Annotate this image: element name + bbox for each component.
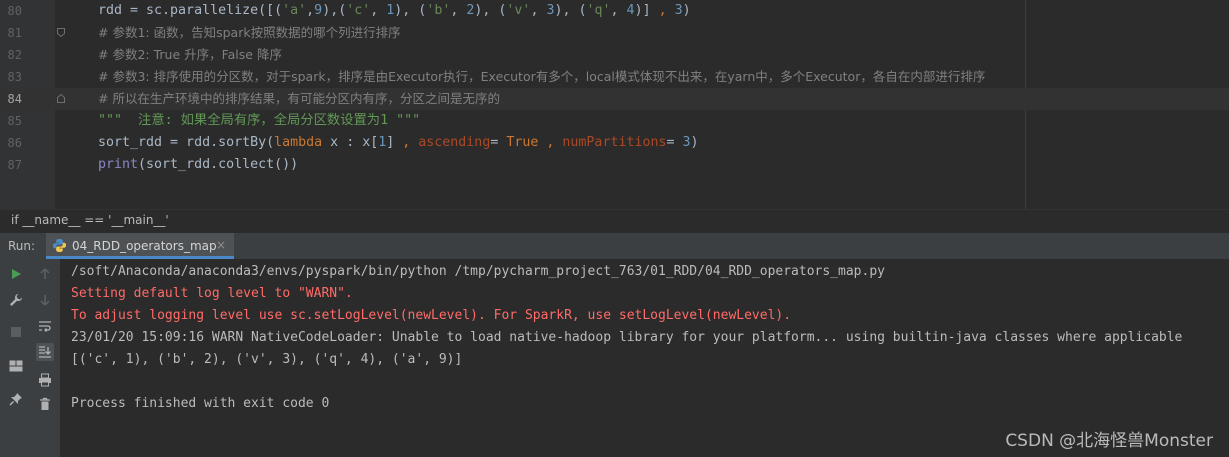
code-comment[interactable]: # 参数1: 函数，告知spark按照数据的哪个列进行排序 xyxy=(98,22,401,44)
line-number: 82 xyxy=(7,48,22,62)
console-line-error[interactable]: Setting default log level to "WARN". xyxy=(71,283,353,305)
code-line-current[interactable]: 84 # 所以在生产环境中的排序结果，有可能分区内有序，分区之间是无序的 xyxy=(0,88,1229,110)
wrench-icon[interactable] xyxy=(7,291,25,309)
line-number: 83 xyxy=(7,70,22,84)
line-number: 81 xyxy=(7,26,22,40)
code-line[interactable]: 81 # 参数1: 函数，告知spark按照数据的哪个列进行排序 xyxy=(0,22,1229,44)
python-icon xyxy=(52,238,67,257)
console-line-error[interactable]: To adjust logging level use sc.setLogLev… xyxy=(71,305,791,327)
code-comment[interactable]: # 参数2: True 升序，False 降序 xyxy=(98,44,282,66)
rerun-icon[interactable] xyxy=(7,265,25,283)
code-line[interactable]: 87 print(sort_rdd.collect()) xyxy=(0,154,1229,176)
layout-icon[interactable] xyxy=(7,357,25,375)
code-line[interactable]: 86 sort_rdd = rdd.sortBy(lambda x : x[1]… xyxy=(0,132,1229,154)
code-editor[interactable]: 80 rdd = sc.parallelize([('a',9),('c', 1… xyxy=(0,0,1229,209)
run-toolbar-primary xyxy=(0,259,33,457)
breadcrumb-item[interactable]: if __name__ == '__main__' xyxy=(11,213,169,227)
code-line[interactable]: 80 rdd = sc.parallelize([('a',9),('c', 1… xyxy=(0,0,1229,22)
fold-end-marker-icon[interactable] xyxy=(57,94,65,103)
line-number: 86 xyxy=(7,136,22,150)
console-line-exit[interactable]: Process finished with exit code 0 xyxy=(71,393,329,415)
code-docstring[interactable]: """ 注意: 如果全局有序，全局分区数设置为1 """ xyxy=(98,110,420,132)
console-line[interactable]: 23/01/20 15:09:16 WARN NativeCodeLoader:… xyxy=(71,327,1182,349)
print-icon[interactable] xyxy=(36,371,54,389)
run-tool-window-header: Run: 04_RDD_operators_map × xyxy=(0,233,1229,260)
arrow-down-icon[interactable] xyxy=(36,291,54,309)
code-text[interactable]: print(sort_rdd.collect()) xyxy=(98,154,298,176)
line-number: 84 xyxy=(7,92,22,106)
console-line[interactable]: [('c', 1), ('b', 2), ('v', 3), ('q', 4),… xyxy=(71,349,462,371)
code-comment[interactable]: # 参数3: 排序使用的分区数，对于spark，排序是由Executor执行，E… xyxy=(98,66,985,88)
line-number: 80 xyxy=(7,4,22,18)
trash-icon[interactable] xyxy=(36,395,54,413)
soft-wrap-icon[interactable] xyxy=(36,317,54,335)
pin-icon[interactable] xyxy=(7,390,25,408)
code-comment[interactable]: # 所以在生产环境中的排序结果，有可能分区内有序，分区之间是无序的 xyxy=(98,88,500,110)
code-line[interactable]: 83 # 参数3: 排序使用的分区数，对于spark，排序是由Executor执… xyxy=(0,66,1229,88)
run-tab[interactable]: 04_RDD_operators_map × xyxy=(46,233,234,259)
scroll-to-end-icon[interactable] xyxy=(36,343,54,361)
console-line[interactable]: /soft/Anaconda/anaconda3/envs/pyspark/bi… xyxy=(71,261,885,283)
code-line[interactable]: 85 """ 注意: 如果全局有序，全局分区数设置为1 """ xyxy=(0,110,1229,132)
code-text[interactable]: rdd = sc.parallelize([('a',9),('c', 1), … xyxy=(98,0,691,22)
run-tab-title[interactable]: 04_RDD_operators_map xyxy=(72,239,217,253)
fold-marker-icon[interactable] xyxy=(57,28,65,37)
run-toolbar-secondary xyxy=(32,259,61,457)
stop-icon[interactable] xyxy=(7,323,25,341)
watermark: CSDN @北海怪兽Monster xyxy=(1005,431,1213,451)
breadcrumb[interactable]: if __name__ == '__main__' xyxy=(0,209,1229,234)
close-icon[interactable]: × xyxy=(216,238,226,252)
code-line[interactable]: 82 # 参数2: True 升序，False 降序 xyxy=(0,44,1229,66)
code-text[interactable]: sort_rdd = rdd.sortBy(lambda x : x[1] , … xyxy=(98,132,699,154)
run-label: Run: xyxy=(8,239,36,253)
line-number: 85 xyxy=(7,114,22,128)
line-number: 87 xyxy=(7,158,22,172)
arrow-up-icon[interactable] xyxy=(36,265,54,283)
